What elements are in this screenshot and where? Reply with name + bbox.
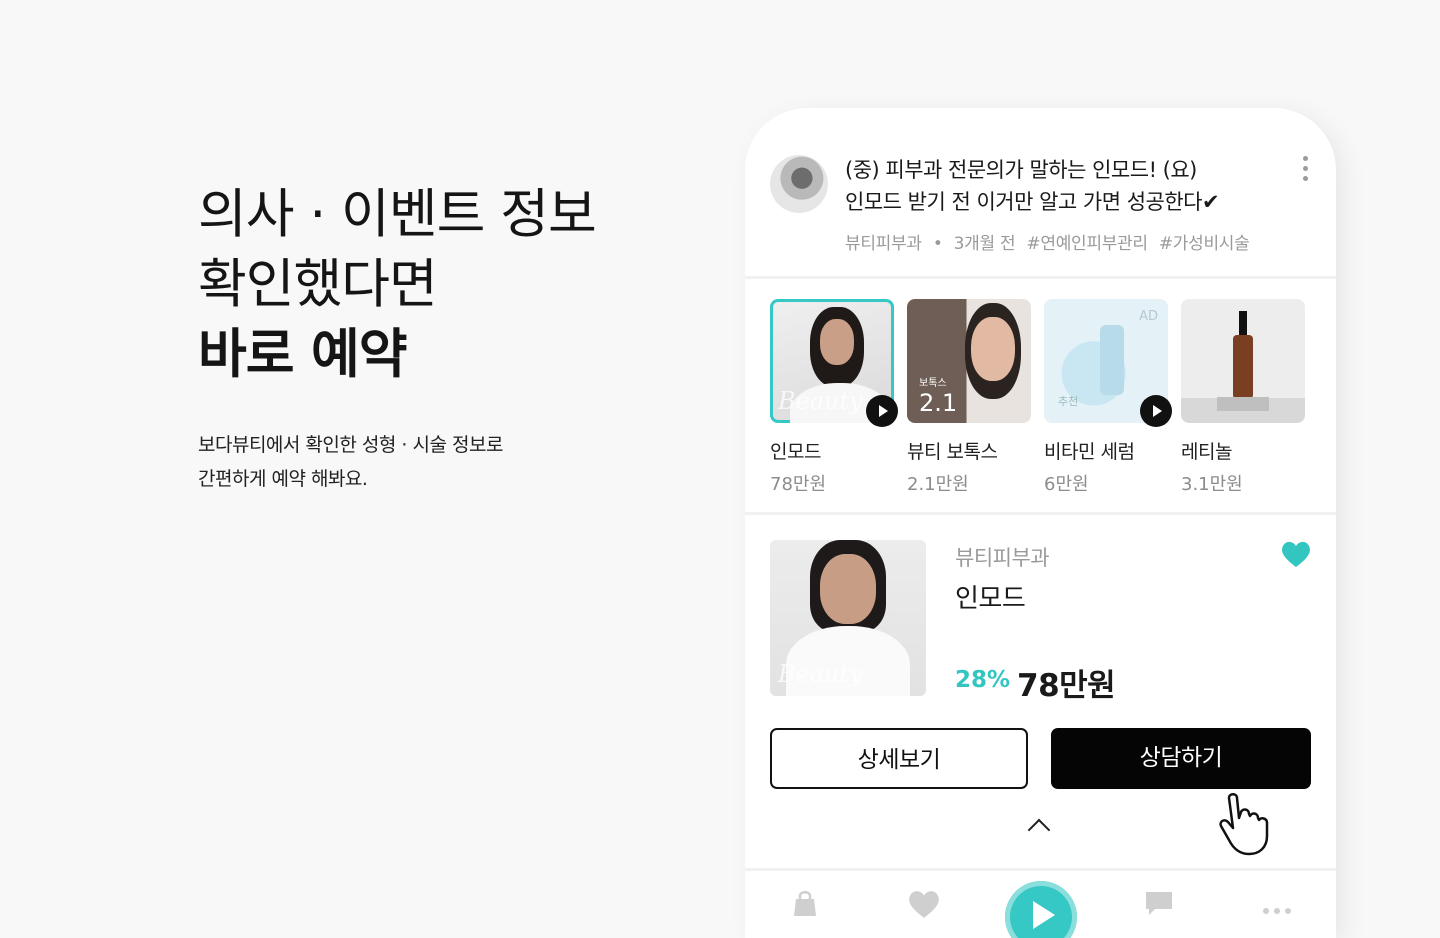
post-title-line-1: (중) 피부과 전문의가 말하는 인모드! (요) — [845, 158, 1197, 182]
card-price: 6만원 — [1044, 474, 1089, 495]
product-clinic: 뷰티피부과 — [955, 546, 1050, 570]
card-thumb-number: 2.1 — [919, 389, 958, 417]
section-divider — [745, 512, 1336, 515]
card-vitamin-serum[interactable]: AD 추천 비타민 세럼 6만원 — [1044, 299, 1172, 496]
chat-icon[interactable] — [1143, 889, 1175, 917]
card-inmode[interactable]: Beauty 인모드 78만원 — [770, 299, 898, 496]
ad-badge: AD — [1139, 309, 1158, 324]
post-tag[interactable]: #가성비시술 — [1159, 234, 1250, 254]
hero-subtitle-1: 보다뷰티에서 확인한 성형 · 시술 정보로 — [198, 434, 503, 456]
home-play-icon[interactable] — [1005, 881, 1077, 938]
card-price: 78만원 — [770, 474, 827, 495]
card-name: 인모드 — [770, 441, 821, 463]
card-botox[interactable]: 보톡스 2.1 뷰티 보톡스 2.1만원 — [907, 299, 1031, 496]
post-time: 3개월 전 — [953, 234, 1016, 254]
hero-section: 의사 · 이벤트 정보 확인했다면 바로 예약 보다뷰티에서 확인한 성형 · … — [198, 180, 597, 496]
card-thumbnail[interactable]: 보톡스 2.1 — [907, 299, 1031, 423]
product-name: 인모드 — [955, 584, 1026, 614]
chevron-up-icon[interactable] — [1027, 818, 1051, 842]
heart-icon[interactable] — [1280, 540, 1312, 568]
post-meta: 뷰티피부과 • 3개월 전 #연예인피부관리 #가성비시술 — [845, 229, 1256, 254]
product-image[interactable]: Beauty — [770, 540, 926, 696]
more-horizontal-icon[interactable] — [1263, 899, 1297, 914]
avatar[interactable] — [770, 155, 828, 213]
card-thumbnail[interactable] — [1181, 299, 1305, 423]
heart-icon[interactable] — [907, 889, 941, 919]
card-overlay-text: Beauty — [778, 387, 863, 415]
hero-line-2: 확인했다면 — [198, 254, 438, 315]
post-title[interactable]: (중) 피부과 전문의가 말하는 인모드! (요) 인모드 받기 전 이거만 알… — [845, 154, 1220, 218]
post-dot: • — [932, 234, 943, 254]
card-name: 레티놀 — [1181, 441, 1232, 463]
product-price: 78만원 — [1017, 668, 1116, 704]
card-price: 2.1만원 — [907, 474, 969, 495]
post-clinic[interactable]: 뷰티피부과 — [845, 234, 922, 254]
hero-subtitle: 보다뷰티에서 확인한 성형 · 시술 정보로 간편하게 예약 해봐요. — [198, 428, 596, 496]
post-title-line-2: 인모드 받기 전 이거만 알고 가면 성공한다✔ — [845, 190, 1220, 214]
hero-line-1: 의사 · 이벤트 정보 — [198, 184, 597, 245]
product-overlay-text: Beauty — [778, 660, 863, 688]
related-cards: Beauty 인모드 78만원 보톡스 2.1 뷰티 보톡스 2.1만원 AD … — [770, 299, 1330, 499]
bottom-tab-bar — [745, 868, 1336, 938]
more-vertical-icon[interactable] — [1297, 156, 1313, 186]
video-post[interactable]: (중) 피부과 전문의가 말하는 인모드! (요) 인모드 받기 전 이거만 알… — [745, 108, 1336, 279]
card-price: 3.1만원 — [1181, 474, 1243, 495]
hand-pointer-icon — [1219, 793, 1269, 856]
card-name: 비타민 세럼 — [1044, 441, 1135, 463]
hero-subtitle-2: 간편하게 예약 해봐요. — [198, 468, 368, 490]
card-thumb-rec: 추천 — [1058, 395, 1079, 408]
card-name: 뷰티 보톡스 — [907, 441, 998, 463]
play-icon[interactable] — [866, 395, 898, 427]
consult-button[interactable]: 상담하기 — [1051, 728, 1311, 789]
discount-rate: 28% — [955, 667, 1011, 693]
hero-line-3: 바로 예약 — [198, 324, 407, 385]
post-tag[interactable]: #연예인피부관리 — [1026, 234, 1148, 254]
card-thumb-tag: 보톡스 — [919, 378, 947, 389]
play-icon[interactable] — [1140, 395, 1172, 427]
card-retinol[interactable]: 레티놀 3.1만원 — [1181, 299, 1305, 496]
detail-button[interactable]: 상세보기 — [770, 728, 1028, 789]
phone-mockup: (중) 피부과 전문의가 말하는 인모드! (요) 인모드 받기 전 이거만 알… — [745, 108, 1336, 938]
bag-icon[interactable] — [791, 889, 819, 917]
